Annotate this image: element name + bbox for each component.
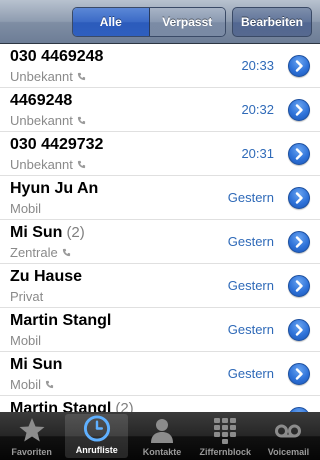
phone-icon	[45, 380, 54, 389]
tab-voicemail[interactable]: Voicemail	[257, 412, 320, 460]
number-label: Unbekannt	[10, 113, 86, 128]
call-count: (2)	[115, 400, 134, 412]
caller-name: Mi Sun (2)	[10, 224, 85, 242]
clock-icon	[83, 415, 110, 442]
detail-disclosure-button[interactable]	[288, 55, 310, 77]
caller-name-text: 030 4429732	[10, 136, 104, 153]
call-time: Gestern	[227, 322, 274, 337]
call-time: 20:33	[241, 58, 274, 73]
number-label: Privat	[10, 289, 43, 304]
call-time: 20:32	[241, 102, 274, 117]
call-time: Gestern	[227, 234, 274, 249]
caller-name-text: 4469248	[10, 92, 73, 109]
phone-icon	[62, 248, 70, 257]
star-icon	[19, 418, 45, 442]
number-label: Unbekannt	[10, 69, 86, 84]
recents-list[interactable]: 030 4469248 Unbekannt 20:33 4469248 Unbekann…	[0, 44, 320, 412]
caller-name: 030 4429732	[10, 136, 103, 154]
caller-name: Hyun Ju An	[10, 180, 98, 198]
detail-disclosure-button[interactable]	[288, 363, 310, 385]
tab-label: Ziffernblock	[199, 447, 251, 457]
call-row[interactable]: Martin Stangl Mobil Gestern	[0, 308, 320, 352]
detail-disclosure-button[interactable]	[288, 319, 310, 341]
call-row[interactable]: 030 4429732 Unbekannt 20:31	[0, 132, 320, 176]
number-label-text: Zentrale	[10, 245, 58, 260]
call-row[interactable]: 4469248 Unbekannt 20:32	[0, 88, 320, 132]
number-label: Mobil	[10, 333, 41, 348]
tab-favorites[interactable]: Favoriten	[0, 412, 63, 460]
phone-icon	[77, 116, 85, 125]
caller-name: Martin Stangl (2)	[10, 400, 134, 412]
number-label-text: Mobil	[10, 201, 42, 216]
chevron-right-icon	[295, 192, 303, 204]
caller-name-text: Hyun Ju An	[10, 180, 99, 197]
number-label: Zentrale	[10, 245, 71, 260]
tab-label: Favoriten	[11, 447, 52, 457]
number-label: Unbekannt	[10, 157, 86, 172]
caller-name: Zu Hause	[10, 268, 82, 286]
phone-icon	[77, 72, 85, 81]
number-label-text: Unbekannt	[10, 69, 73, 84]
chevron-right-icon	[295, 60, 303, 72]
caller-name: Mi Sun	[10, 356, 62, 374]
tab-bar: Favoriten Anrufliste Kontakte Ziffernblo…	[0, 412, 320, 460]
call-time: Gestern	[227, 278, 274, 293]
call-row[interactable]: 030 4469248 Unbekannt 20:33	[0, 44, 320, 88]
call-time: Gestern	[227, 190, 274, 205]
call-time: Gestern	[227, 366, 274, 381]
navigation-bar: Alle Verpasst Bearbeiten	[0, 0, 320, 44]
voicemail-icon	[275, 424, 302, 438]
call-row[interactable]: Mi Sun (2) Zentrale Gestern	[0, 220, 320, 264]
caller-name-text: Mi Sun	[10, 224, 63, 241]
tab-recents[interactable]: Anrufliste	[65, 414, 129, 458]
call-count: (2)	[66, 224, 85, 241]
call-time: 20:31	[241, 146, 274, 161]
tab-label: Kontakte	[142, 447, 182, 457]
caller-name-text: Martin Stangl	[10, 312, 112, 329]
call-row[interactable]: Zu Hause Privat Gestern	[0, 264, 320, 308]
detail-disclosure-button[interactable]	[288, 99, 310, 121]
chevron-right-icon	[295, 236, 303, 248]
detail-disclosure-button[interactable]	[288, 143, 310, 165]
number-label-text: Unbekannt	[10, 113, 73, 128]
number-label: Mobil	[10, 377, 54, 392]
person-icon	[151, 419, 173, 443]
caller-name: Martin Stangl	[10, 312, 111, 330]
caller-name-text: Zu Hause	[10, 268, 83, 285]
chevron-right-icon	[295, 104, 303, 116]
caller-name-text: Mi Sun	[10, 356, 63, 373]
number-label-text: Mobil	[10, 377, 42, 392]
segment-all[interactable]: Alle	[73, 8, 150, 36]
number-label: Mobil	[10, 201, 41, 216]
tab-label: Voicemail	[267, 447, 310, 457]
call-row[interactable]: Mi Sun Mobil Gestern	[0, 352, 320, 396]
number-label-text: Privat	[10, 289, 44, 304]
caller-name: 030 4469248	[10, 48, 103, 66]
tab-keypad[interactable]: Ziffernblock	[194, 412, 257, 460]
detail-disclosure-button[interactable]	[288, 231, 310, 253]
caller-name-text: Martin Stangl	[10, 400, 112, 412]
segment-missed[interactable]: Verpasst	[149, 8, 225, 36]
caller-name: 4469248	[10, 92, 72, 110]
chevron-right-icon	[295, 280, 303, 292]
call-row[interactable]: Martin Stangl (2)	[0, 396, 320, 412]
tab-contacts[interactable]: Kontakte	[130, 412, 193, 460]
detail-disclosure-button[interactable]	[288, 187, 310, 209]
keypad-icon	[214, 418, 237, 444]
chevron-right-icon	[295, 324, 303, 336]
filter-segmented-control: Alle Verpasst	[72, 7, 226, 37]
detail-disclosure-button[interactable]	[288, 275, 310, 297]
edit-button[interactable]: Bearbeiten	[232, 7, 312, 37]
tab-label: Anrufliste	[75, 445, 118, 455]
caller-name-text: 030 4469248	[10, 48, 104, 65]
number-label-text: Mobil	[10, 333, 42, 348]
chevron-right-icon	[295, 148, 303, 160]
number-label-text: Unbekannt	[10, 157, 73, 172]
call-row[interactable]: Hyun Ju An Mobil Gestern	[0, 176, 320, 220]
phone-icon	[77, 160, 85, 169]
chevron-right-icon	[295, 368, 303, 380]
